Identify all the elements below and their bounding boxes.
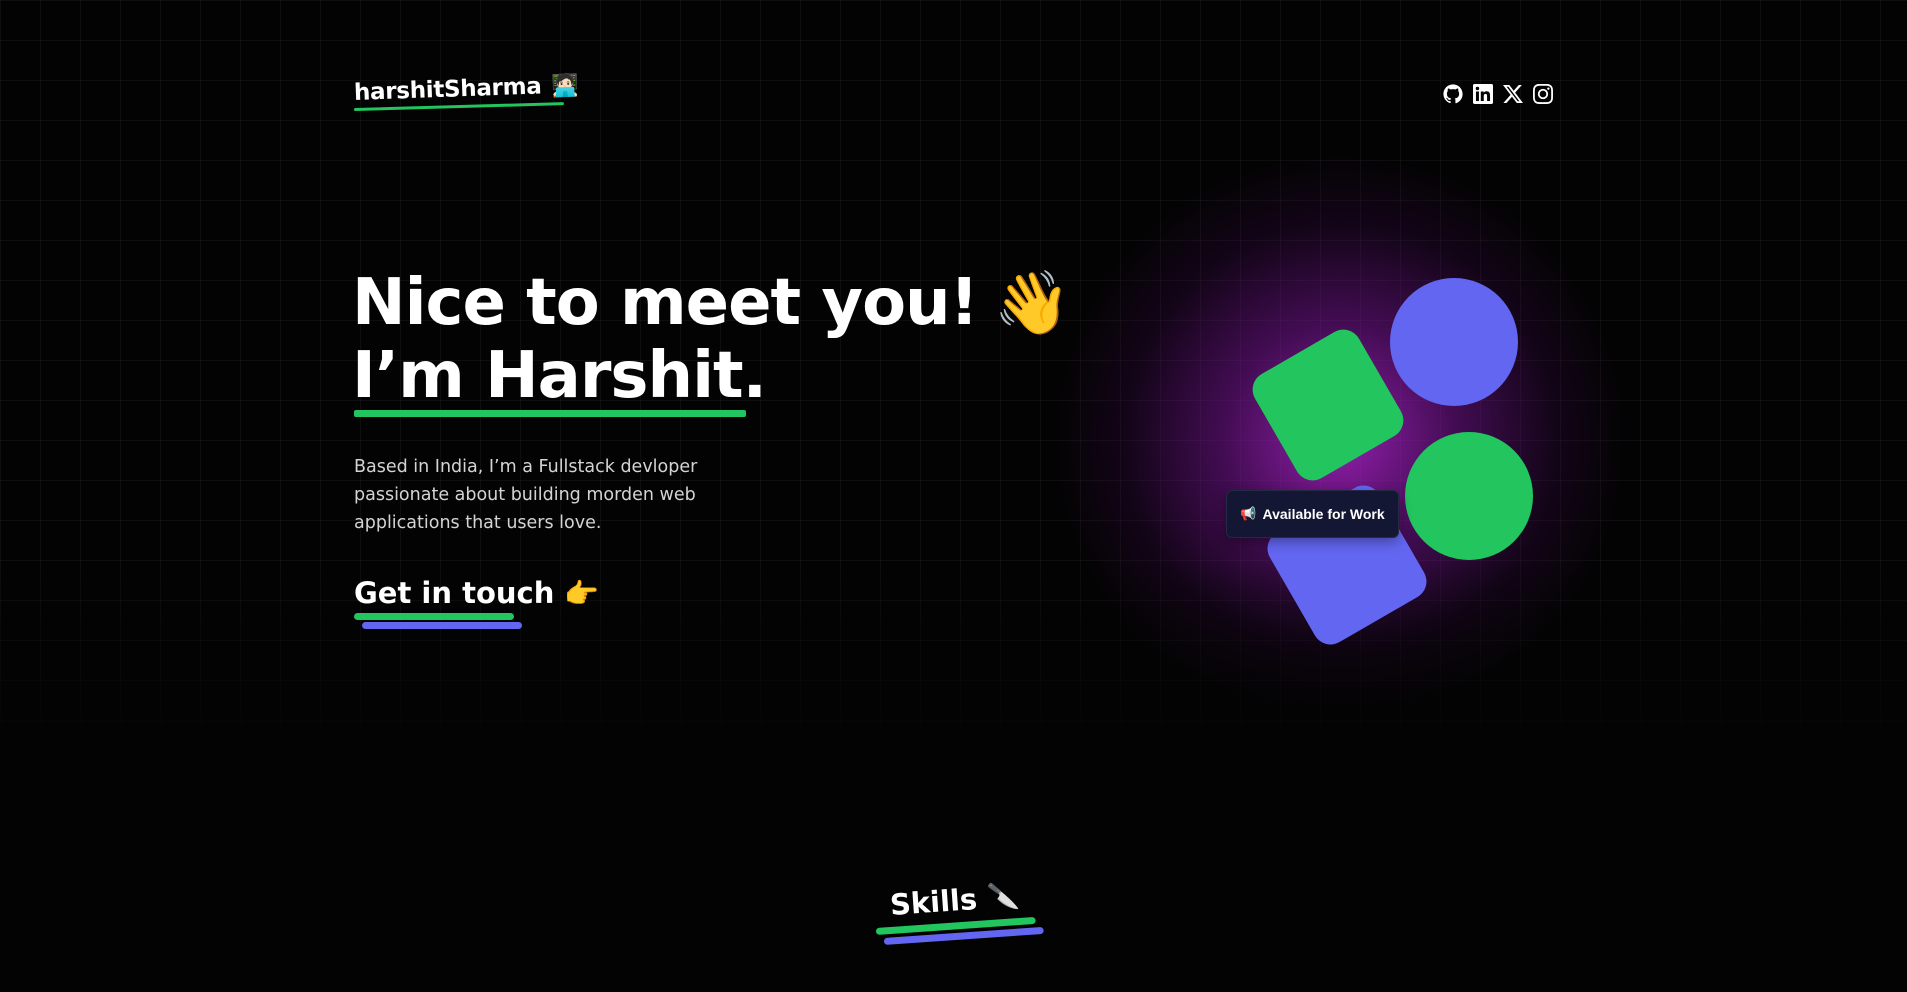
social-links	[1443, 84, 1553, 104]
skills-heading: Skills 🔪	[889, 879, 1021, 922]
linkedin-link[interactable]	[1473, 84, 1493, 104]
x-link[interactable]	[1503, 84, 1523, 104]
cta-underline-green	[354, 613, 514, 620]
skills-title: Skills	[888, 881, 979, 922]
headline-greeting: Nice to meet you!	[352, 266, 979, 340]
instagram-icon	[1533, 84, 1553, 104]
github-icon	[1443, 84, 1463, 104]
green-circle	[1405, 432, 1533, 560]
hero-headline: Nice to meet you! 👋 I’m Harshit.	[352, 266, 1071, 413]
waving-hand-icon: 👋	[993, 266, 1071, 339]
get-in-touch-label: Get in touch	[354, 576, 555, 610]
intro-text: Based in India, I’m a Fullstack devloper…	[354, 457, 698, 533]
headline-line-1: Nice to meet you! 👋	[352, 266, 1071, 340]
badge-label: Available for Work	[1262, 506, 1385, 522]
github-link[interactable]	[1443, 84, 1463, 104]
linkedin-icon	[1473, 84, 1493, 104]
instagram-link[interactable]	[1533, 84, 1553, 104]
logo[interactable]: harshitSharma 🧑🏻‍💻	[354, 72, 580, 106]
technologist-emoji-icon: 🧑🏻‍💻	[551, 72, 580, 99]
indigo-circle	[1390, 278, 1518, 406]
megaphone-icon: 📢	[1240, 506, 1257, 522]
pointing-hand-icon: 👉	[564, 576, 600, 610]
cta-underline-indigo	[362, 622, 522, 629]
logo-text: harshitSharma	[353, 73, 542, 106]
x-icon	[1503, 84, 1523, 104]
get-in-touch-link[interactable]: Get in touch 👉	[354, 576, 599, 610]
available-for-work-badge: 📢 Available for Work	[1226, 490, 1399, 538]
knife-icon: 🔪	[985, 880, 1021, 914]
headline-name: I’m Harshit.	[352, 339, 767, 413]
name-underline	[354, 410, 746, 417]
